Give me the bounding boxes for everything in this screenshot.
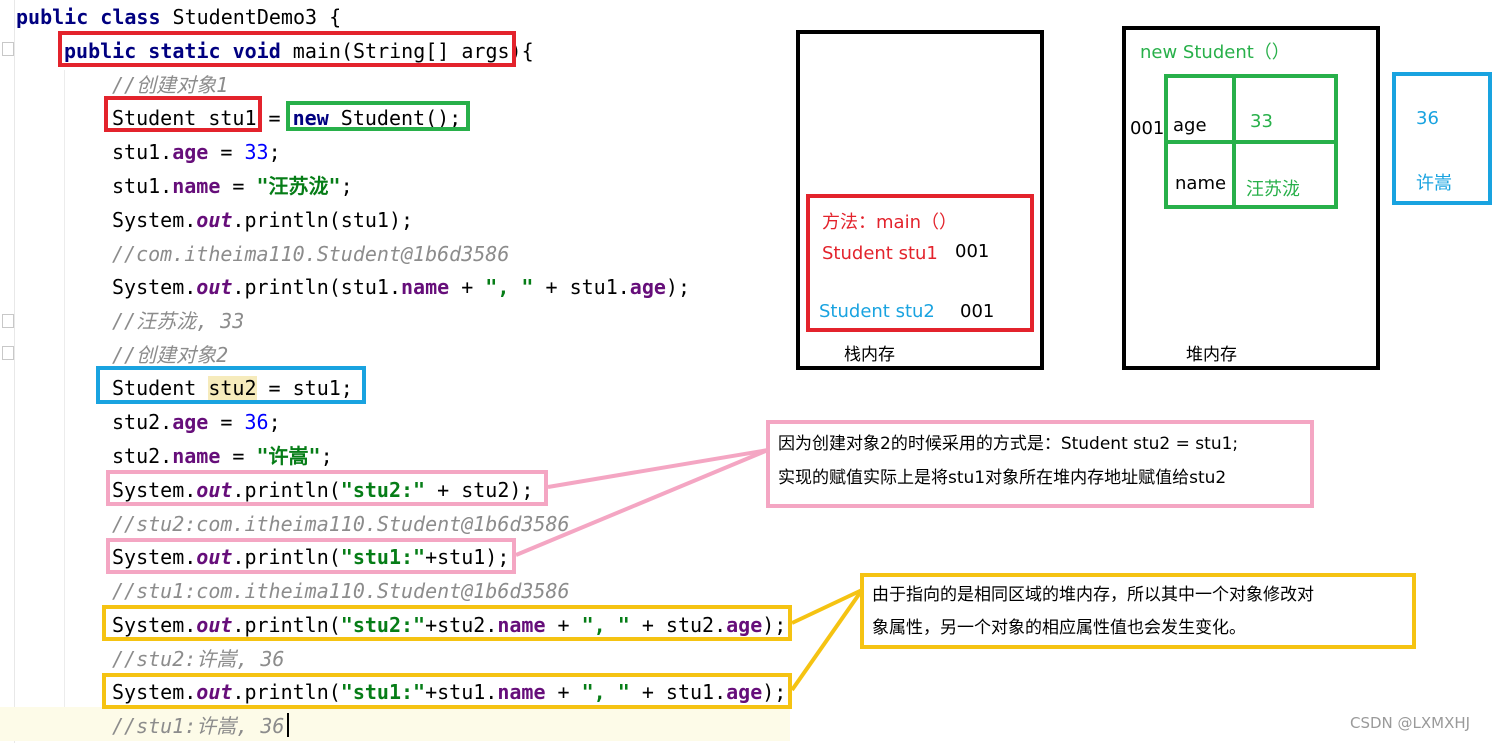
reference-assignment-note: 因为创建对象2的时候采用的方式是：Student stu2 = stu1; 实现… <box>766 420 1314 508</box>
updated-values-box: 36 许嵩 <box>1392 72 1492 205</box>
field-name-key: name <box>1175 173 1227 194</box>
field-age-value: 33 <box>1250 111 1273 132</box>
updated-name-value: 许嵩 <box>1416 173 1452 194</box>
field-divider-horizontal <box>1164 140 1338 144</box>
field-age-key: age <box>1173 115 1207 136</box>
stack-memory-label: 栈内存 <box>844 345 895 365</box>
watermark: CSDN @LXMXHJ <box>1350 714 1471 732</box>
heap-object-title: new Student（） <box>1140 42 1290 63</box>
stack-var-stu2: Student stu2 <box>819 301 935 322</box>
stack-var-stu1-address: 001 <box>955 241 990 262</box>
stack-var-stu1: Student stu1 <box>822 243 938 264</box>
pink-connector-2 <box>515 448 769 557</box>
heap-memory-label: 堆内存 <box>1186 345 1237 365</box>
field-name-value: 汪苏泷 <box>1246 179 1300 200</box>
note-line: 由于指向的是相同区域的堆内存，所以其中一个对象修改对 <box>872 585 1314 605</box>
pink-connector-1 <box>547 448 769 489</box>
main-frame-title: 方法：main（） <box>822 212 957 233</box>
updated-age-value: 36 <box>1416 108 1439 129</box>
note-line: 象属性，另一个对象的相应属性值也会发生变化。 <box>872 618 1246 638</box>
stack-var-stu2-address: 001 <box>960 301 995 322</box>
note-line: 因为创建对象2的时候采用的方式是：Student stu2 = stu1; <box>778 434 1239 454</box>
heap-object-address: 001 <box>1130 118 1165 139</box>
note-line: 实现的赋值实际上是将stu1对象所在堆内存地址赋值给stu2 <box>778 468 1227 488</box>
main-frame-box: 方法：main（） Student stu1 001 Student stu2 … <box>806 194 1034 332</box>
shared-heap-note: 由于指向的是相同区域的堆内存，所以其中一个对象修改对 象属性，另一个对象的相应属… <box>860 573 1416 649</box>
